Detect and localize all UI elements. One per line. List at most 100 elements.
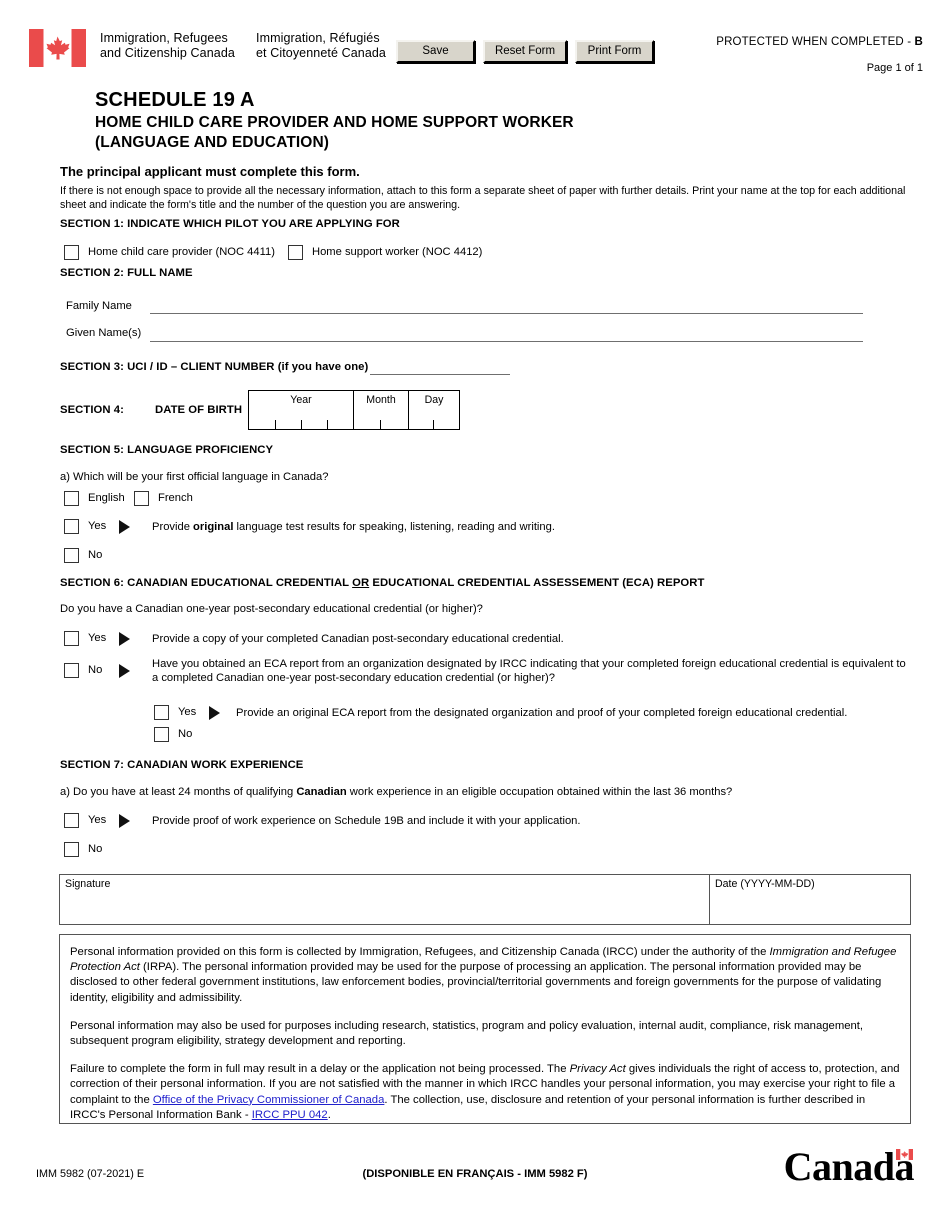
section-7-question-a-post: work experience in an eligible occupatio… xyxy=(346,786,733,798)
dob-day-field[interactable]: Day xyxy=(409,391,459,429)
lead-instruction: The principal applicant must complete th… xyxy=(60,164,360,179)
dob-year-field[interactable]: Year xyxy=(249,391,354,429)
section-3-heading: SECTION 3: UCI / ID – CLIENT NUMBER (if … xyxy=(60,361,369,373)
canada-wordmark-text: Canada xyxy=(783,1144,915,1189)
privacy-p1-b: (IRPA). The personal information provide… xyxy=(70,961,882,1004)
protected-classification-text: PROTECTED WHEN COMPLETED - xyxy=(716,36,915,48)
page-title-line1: SCHEDULE 19 A xyxy=(95,89,255,111)
privacy-notice: Personal information provided on this fo… xyxy=(59,934,911,1124)
canada-wordmark: Canada xyxy=(783,1144,915,1189)
section-5-yes-note-bold: original xyxy=(193,521,234,533)
privacy-commissioner-link[interactable]: Office of the Privacy Commissioner of Ca… xyxy=(153,1094,384,1106)
section-2-heading: SECTION 2: FULL NAME xyxy=(60,267,193,279)
section-6-no-note: Have you obtained an ECA report from an … xyxy=(152,658,906,684)
section-5-yes-note: Provide original language test results f… xyxy=(152,520,555,534)
arrow-right-icon xyxy=(209,706,220,720)
section-5-yes-note-pre: Provide xyxy=(152,521,194,533)
section-5-yes-note-post: language test results for speaking, list… xyxy=(233,521,555,533)
privacy-paragraph-1: Personal information provided on this fo… xyxy=(70,945,900,1006)
privacy-paragraph-2: Personal information may also be used fo… xyxy=(70,1019,864,1048)
given-names-input[interactable] xyxy=(150,341,863,342)
ircc-wordmark-fr: Immigration, Réfugiés et Citoyenneté Can… xyxy=(256,31,386,61)
section-7-yes-note: Provide proof of work experience on Sche… xyxy=(152,815,581,827)
arrow-right-icon xyxy=(119,664,130,678)
privacy-p3-act: Privacy Act xyxy=(569,1063,626,1076)
page-title-line3: (LANGUAGE AND EDUCATION) xyxy=(95,134,330,151)
section-4-label: SECTION 4: xyxy=(60,404,124,416)
checkbox-home-support-worker[interactable] xyxy=(288,245,303,260)
arrow-right-icon xyxy=(119,814,130,828)
signature-label: Signature xyxy=(65,878,111,890)
checkbox-section-6-no[interactable] xyxy=(64,663,79,678)
checkbox-section-6-sub-no[interactable] xyxy=(154,727,169,742)
checkbox-home-child-care-provider[interactable] xyxy=(64,245,79,260)
protected-classification-level: B xyxy=(914,36,923,48)
section-6-question: Do you have a Canadian one-year post-sec… xyxy=(60,603,483,615)
dob-month-field[interactable]: Month xyxy=(354,391,409,429)
ircc-wordmark-fr-line2: et Citoyenneté Canada xyxy=(256,46,386,60)
privacy-p3-a: Failure to complete the form in full may… xyxy=(70,1063,570,1076)
label-section-7-yes: Yes xyxy=(88,814,107,826)
privacy-p3-d: . xyxy=(327,1108,331,1121)
checkbox-first-language-english[interactable] xyxy=(64,491,79,506)
section-4-heading: DATE OF BIRTH xyxy=(155,404,243,416)
section-5-heading: SECTION 5: LANGUAGE PROFICIENCY xyxy=(60,444,274,456)
label-section-6-sub-no: No xyxy=(178,728,193,740)
section-1-heading: SECTION 1: INDICATE WHICH PILOT YOU ARE … xyxy=(60,218,400,230)
checkbox-section-7-no[interactable] xyxy=(64,842,79,857)
privacy-p1-a: Personal information provided on this fo… xyxy=(70,946,770,958)
label-section-6-sub-yes: Yes xyxy=(178,706,197,718)
print-form-button[interactable]: Print Form xyxy=(575,40,654,63)
ircc-ppu-042-link[interactable]: IRCC PPU 042 xyxy=(252,1109,328,1121)
form-action-buttons: Save Reset Form Print Form xyxy=(396,40,654,63)
page-title-line2: HOME CHILD CARE PROVIDER AND HOME SUPPOR… xyxy=(95,114,574,131)
section-5-question-a: a) Which will be your first official lan… xyxy=(60,471,329,483)
label-section-6-yes: Yes xyxy=(88,632,107,644)
label-first-language-french: French xyxy=(158,492,193,504)
section-6-yes-note: Provide a copy of your completed Canadia… xyxy=(152,633,564,645)
checkbox-first-language-french[interactable] xyxy=(134,491,149,506)
family-name-input[interactable] xyxy=(150,313,863,314)
arrow-right-icon xyxy=(119,632,130,646)
label-section-7-no: No xyxy=(88,843,103,855)
ircc-wordmark-en-line2: and Citizenship Canada xyxy=(100,46,235,60)
page-header: Immigration, Refugees and Citizenship Ca… xyxy=(0,0,950,78)
checkbox-section-6-yes[interactable] xyxy=(64,631,79,646)
ircc-wordmark-en: Immigration, Refugees and Citizenship Ca… xyxy=(100,31,235,61)
signature-field[interactable]: Signature xyxy=(60,875,710,924)
save-button[interactable]: Save xyxy=(396,40,475,63)
protected-classification: PROTECTED WHEN COMPLETED - B xyxy=(716,36,923,48)
checkbox-section-7-yes[interactable] xyxy=(64,813,79,828)
section-7-question-a: a) Do you have at least 24 months of qua… xyxy=(60,785,732,799)
canada-wordmark-flag-icon xyxy=(896,1149,913,1160)
given-names-label: Given Name(s) xyxy=(66,327,142,339)
intro-paragraph: If there is not enough space to provide … xyxy=(60,185,906,211)
family-name-label: Family Name xyxy=(66,300,132,312)
section-6-sub-yes-note: Provide an original ECA report from the … xyxy=(236,707,848,719)
uci-client-number-input[interactable] xyxy=(370,374,510,375)
label-section-5-no: No xyxy=(88,549,103,561)
ircc-wordmark-fr-line1: Immigration, Réfugiés xyxy=(256,31,380,45)
checkbox-section-5-no[interactable] xyxy=(64,548,79,563)
arrow-right-icon xyxy=(119,520,130,534)
checkbox-section-6-sub-yes[interactable] xyxy=(154,705,169,720)
label-home-support-worker: Home support worker (NOC 4412) xyxy=(312,246,483,258)
ircc-wordmark-en-line1: Immigration, Refugees xyxy=(100,31,228,45)
checkbox-section-5-yes[interactable] xyxy=(64,519,79,534)
signature-date-field[interactable]: Date (YYYY-MM-DD) xyxy=(710,875,910,924)
privacy-paragraph-3: Failure to complete the form in full may… xyxy=(70,1062,900,1123)
section-7-question-a-pre: a) Do you have at least 24 months of qua… xyxy=(60,786,297,798)
section-6-heading-pre: SECTION 6: CANADIAN EDUCATIONAL CREDENTI… xyxy=(60,577,353,589)
page-number: Page 1 of 1 xyxy=(866,62,923,74)
section-6-heading-or: OR xyxy=(352,577,370,589)
label-first-language-english: English xyxy=(88,492,125,504)
section-6-heading: SECTION 6: CANADIAN EDUCATIONAL CREDENTI… xyxy=(60,577,704,589)
signature-block: Signature Date (YYYY-MM-DD) xyxy=(59,874,911,925)
section-6-heading-post: EDUCATIONAL CREDENTIAL ASSESSEMENT (ECA)… xyxy=(369,577,705,589)
label-section-5-yes: Yes xyxy=(88,520,107,532)
canada-flag-icon xyxy=(29,29,86,67)
page-title: SCHEDULE 19 A HOME CHILD CARE PROVIDER A… xyxy=(95,88,574,153)
label-section-6-no: No xyxy=(88,664,103,676)
date-of-birth-group: Year Month Day xyxy=(248,390,460,430)
reset-form-button[interactable]: Reset Form xyxy=(483,40,567,63)
